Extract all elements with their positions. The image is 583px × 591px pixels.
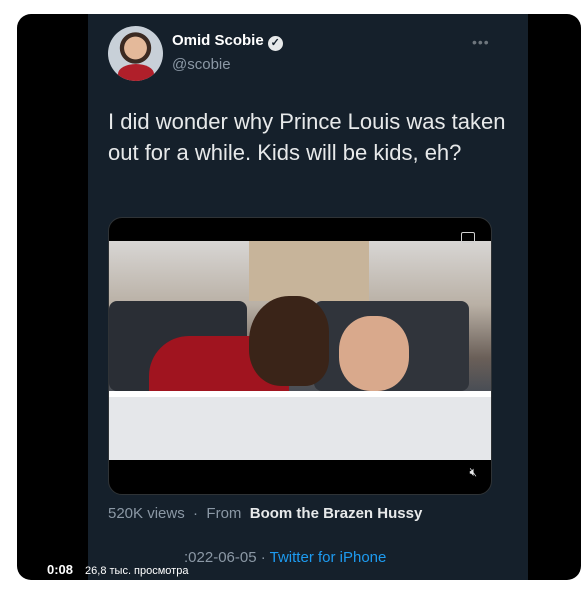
verified-icon: ✓ xyxy=(267,36,283,51)
tweet-date[interactable]: :022-06-05 xyxy=(184,549,257,566)
video-time: 0:08 xyxy=(47,562,74,577)
meta-separator: · xyxy=(260,549,266,566)
tweet-card: Omid Scobie ✓ @scobie ••• I did wonder wh… xyxy=(88,14,528,580)
from-prefix: From xyxy=(206,505,242,522)
video-frame[interactable]: Omid Scobie ✓ @scobie ••• I did wonder wh… xyxy=(17,14,581,580)
author-handle[interactable]: @scobie xyxy=(172,56,231,73)
video-still xyxy=(109,241,491,460)
tweet-text: I did wonder why Prince Louis was taken … xyxy=(108,109,506,165)
video-attribution: 520K views · From Boom the Brazen Hussy xyxy=(108,505,422,522)
video-views: 26,8 тыс. просмотра xyxy=(85,565,189,577)
source-link[interactable]: Twitter for iPhone xyxy=(270,549,387,566)
avatar[interactable] xyxy=(108,26,163,81)
tweet-video[interactable]: 🔇︎ xyxy=(108,217,492,495)
views-count: 520K views xyxy=(108,505,185,522)
from-account-link[interactable]: Boom the Brazen Hussy xyxy=(250,505,423,522)
closed-captions-icon[interactable] xyxy=(461,232,475,243)
separator-dot: · xyxy=(188,505,203,522)
ellipsis-icon[interactable]: ••• xyxy=(472,34,490,50)
video-overlay: 0:08 26,8 тыс. просмотра xyxy=(47,562,188,577)
muted-speaker-icon[interactable]: 🔇︎ xyxy=(469,465,477,480)
display-name[interactable]: Omid Scobie xyxy=(172,32,264,49)
author-name-row[interactable]: Omid Scobie ✓ xyxy=(172,32,283,51)
